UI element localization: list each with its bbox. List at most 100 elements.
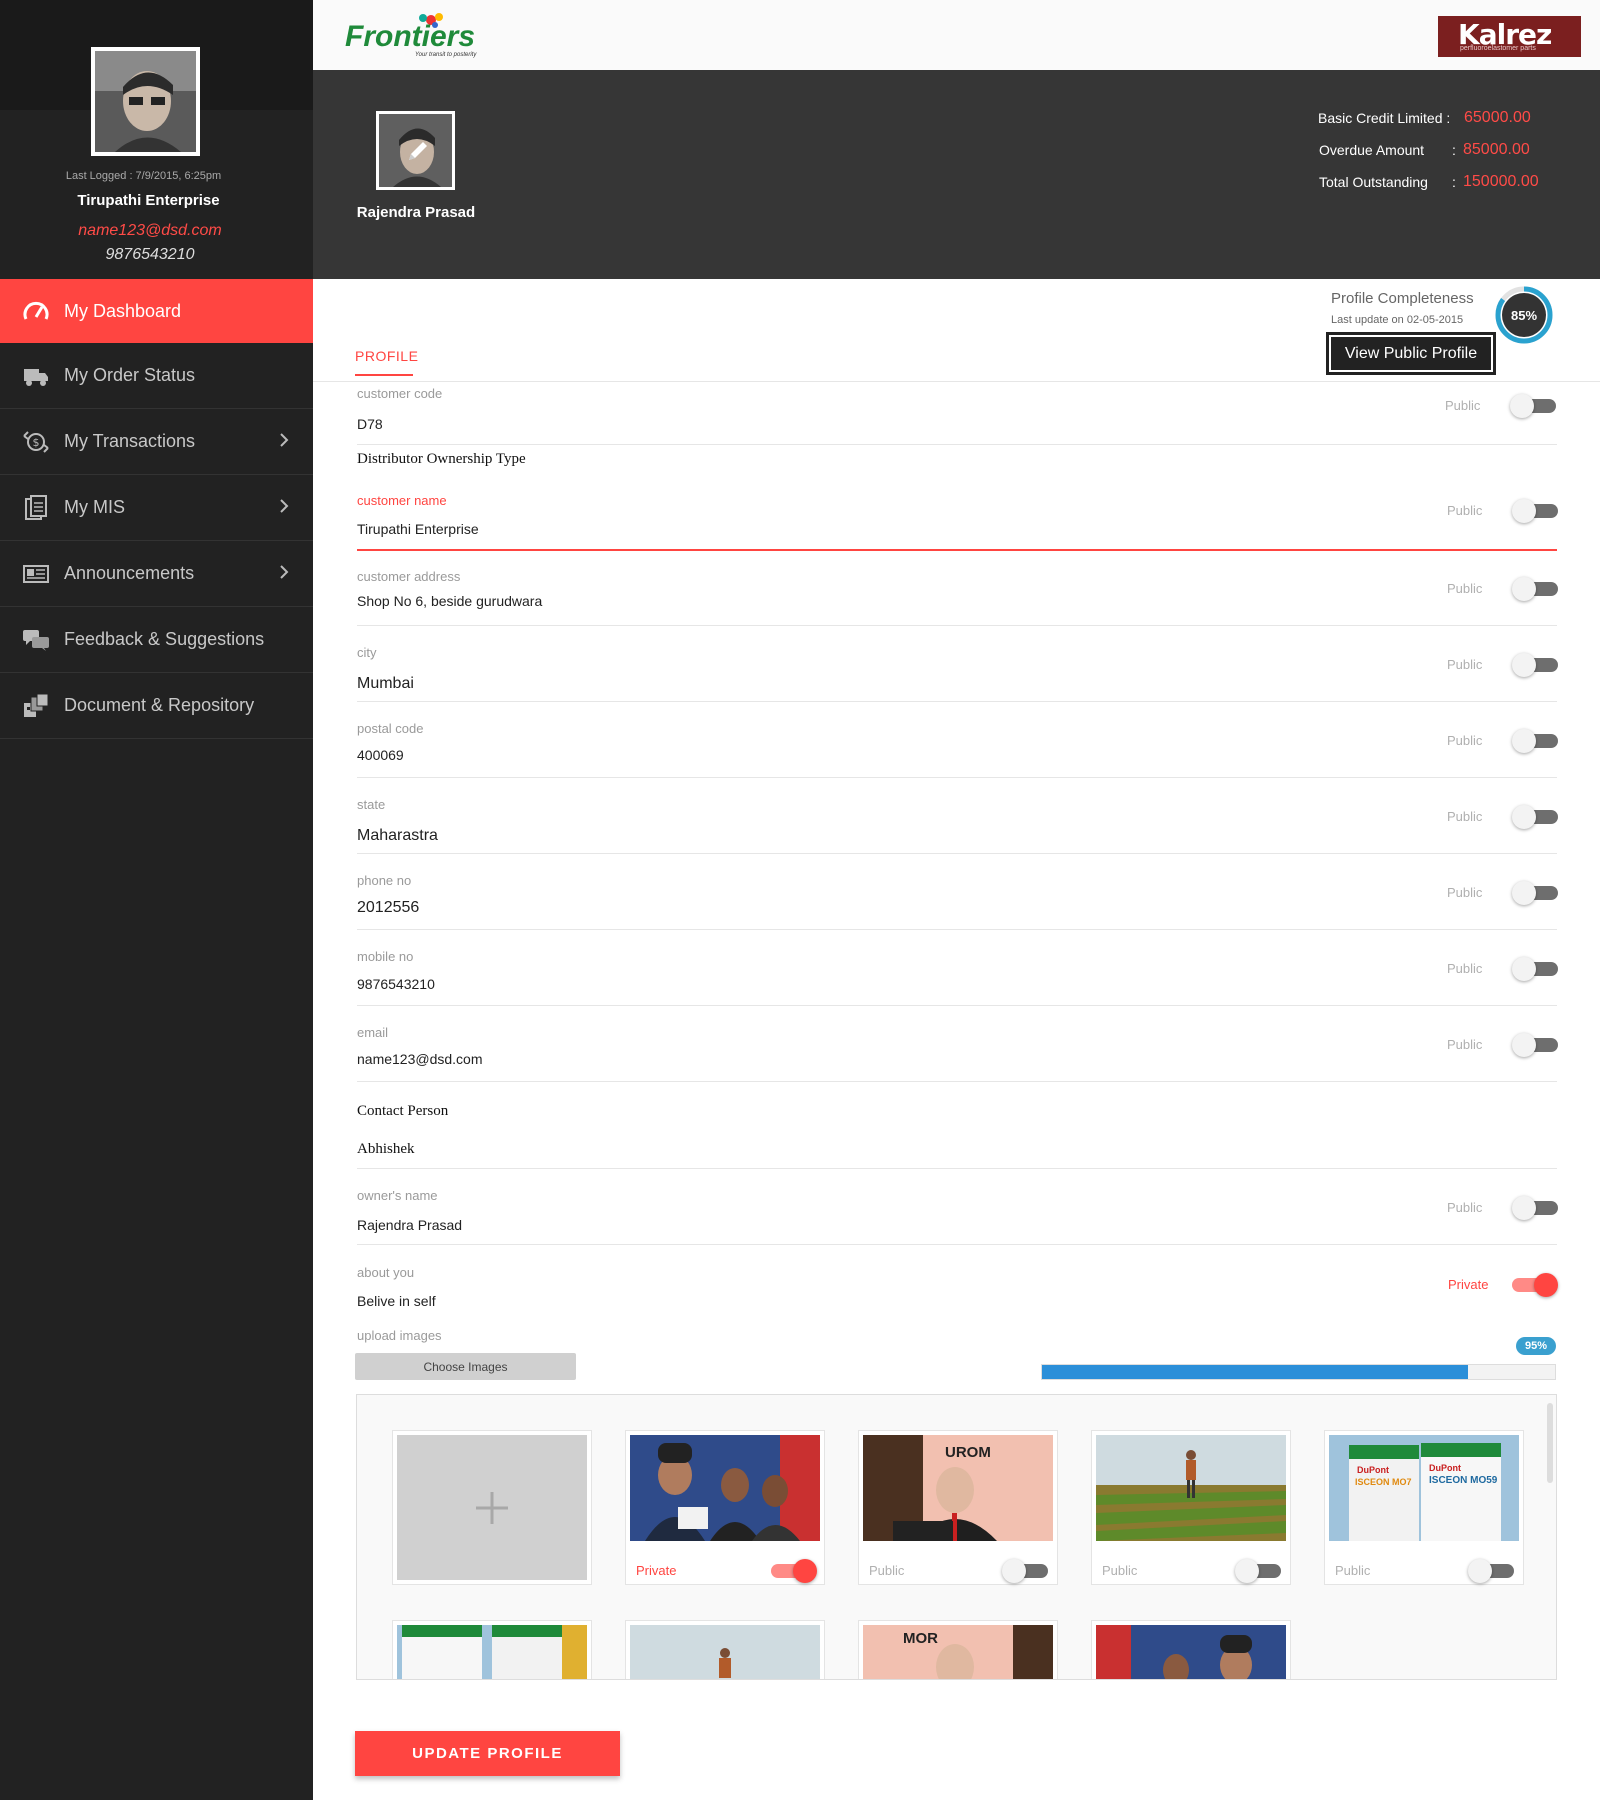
kalrez-logo[interactable]: Kalrez perfluoroelastomer parts: [1438, 16, 1581, 57]
credit-limit-value: 65000.00: [1464, 109, 1531, 126]
field-divider: [357, 777, 1557, 778]
update-profile-button[interactable]: UPDATE PROFILE: [355, 1731, 620, 1776]
profile-completeness-title: Profile Completeness: [1331, 290, 1474, 307]
customer-address-input[interactable]: Shop No 6, beside gurudwara: [357, 593, 542, 609]
user-phone: 9876543210: [105, 246, 195, 263]
email-visibility-toggle[interactable]: [1512, 1033, 1558, 1057]
mobile-no-visibility-toggle[interactable]: [1512, 957, 1558, 981]
customer-code-label: customer code: [357, 386, 443, 401]
state-label: state: [357, 797, 386, 812]
customer-code-visibility-label: Public: [1445, 398, 1481, 413]
view-public-profile-button[interactable]: View Public Profile: [1326, 332, 1496, 375]
email-label: email: [357, 1025, 389, 1040]
farmer-field-photo[interactable]: [1096, 1435, 1286, 1541]
image-visibility-toggle[interactable]: [771, 1559, 817, 1583]
customer-name-input[interactable]: Tirupathi Enterprise: [357, 521, 479, 537]
chevron-right-icon: [279, 564, 289, 585]
brand-tagline: Your transit to posterity: [415, 52, 477, 58]
city-visibility-toggle[interactable]: [1512, 653, 1558, 677]
owner-name-visibility-label: Public: [1447, 1200, 1483, 1215]
svg-text:DuPont: DuPont: [1357, 1465, 1389, 1475]
gallery-image-card[interactable]: Private: [625, 1430, 825, 1585]
field-divider: [357, 1168, 1557, 1169]
image-gallery[interactable]: Private UROM Public Public DuPont DuPont I…: [356, 1394, 1557, 1680]
email-input[interactable]: name123@dsd.com: [357, 1051, 483, 1067]
customer-code-input[interactable]: D78: [357, 416, 383, 432]
conference-award-photo-2[interactable]: [1096, 1625, 1286, 1679]
sidebar-item-label: Announcements: [64, 563, 195, 583]
sidebar-item-order-status[interactable]: My Order Status: [0, 343, 313, 409]
state-visibility-label: Public: [1447, 809, 1483, 824]
svg-text:ISCEON MO59: ISCEON MO59: [1429, 1475, 1498, 1486]
gallery-image-card[interactable]: UROM Public: [858, 1430, 1058, 1585]
image-visibility-toggle[interactable]: [1002, 1559, 1048, 1583]
field-divider: [357, 1005, 1557, 1006]
gallery-image-card[interactable]: DuPont DuPont ISCEON MO59 ISCEON MO7 Public: [1324, 1430, 1524, 1585]
overdue-amount-label: Overdue Amount: [1319, 142, 1425, 158]
sidebar-item-feedback[interactable]: Feedback & Suggestions: [0, 607, 313, 673]
sidebar: Last Logged : 7/9/2015, 6:25pm Tirupathi…: [0, 0, 313, 1800]
choose-images-button[interactable]: Choose Images: [355, 1353, 576, 1380]
gallery-image-card[interactable]: [625, 1620, 825, 1679]
field-divider: [357, 1244, 1557, 1245]
gallery-image-card[interactable]: [392, 1620, 592, 1679]
chevron-right-icon: [279, 498, 289, 519]
image-visibility-toggle[interactable]: [1235, 1559, 1281, 1583]
image-visibility-toggle[interactable]: [1468, 1559, 1514, 1583]
owner-name-visibility-toggle[interactable]: [1512, 1196, 1558, 1220]
about-you-input[interactable]: Belive in self: [357, 1293, 436, 1309]
euromap-speaker-photo[interactable]: UROM: [863, 1435, 1053, 1541]
contact-person-input[interactable]: Abhishek: [357, 1141, 415, 1158]
city-input[interactable]: Mumbai: [357, 675, 414, 693]
speedometer-icon: [22, 297, 50, 325]
last-logged-text: Last Logged : 7/9/2015, 6:25pm: [65, 170, 222, 182]
dupont-product-photo-mirrored[interactable]: [397, 1625, 587, 1679]
gallery-image-card[interactable]: Public: [1091, 1430, 1291, 1585]
postal-code-visibility-label: Public: [1447, 733, 1483, 748]
brand-name: Frontiers: [345, 20, 475, 53]
user-avatar[interactable]: [91, 47, 200, 156]
field-divider-active: [357, 549, 1557, 551]
svg-text:$: $: [33, 436, 40, 449]
sidebar-item-label: My Order Status: [64, 365, 196, 385]
sidebar-item-dashboard[interactable]: My Dashboard: [0, 279, 313, 343]
tab-profile[interactable]: PROFILE: [355, 348, 418, 376]
customer-address-visibility-toggle[interactable]: [1512, 577, 1558, 601]
edit-pencil-icon[interactable]: [405, 138, 431, 169]
mobile-no-input[interactable]: 9876543210: [357, 976, 435, 992]
owner-name-input[interactable]: Rajendra Prasad: [357, 1217, 462, 1233]
frontiers-logo[interactable]: Frontiers Your transit to posterity: [343, 8, 493, 58]
sidebar-item-mis[interactable]: My MIS: [0, 475, 313, 541]
add-image-card[interactable]: [392, 1430, 592, 1585]
sidebar-item-label: My Transactions: [64, 431, 196, 451]
customer-code-visibility-toggle[interactable]: [1510, 394, 1556, 418]
customer-name-visibility-toggle[interactable]: [1512, 499, 1558, 523]
credit-limit-label: Basic Credit Limited :: [1318, 110, 1451, 126]
dupont-product-photo[interactable]: DuPont DuPont ISCEON MO59 ISCEON MO7: [1329, 1435, 1519, 1541]
about-you-visibility-label: Private: [1448, 1277, 1489, 1292]
postal-code-input[interactable]: 400069: [357, 747, 404, 763]
conference-award-photo[interactable]: [630, 1435, 820, 1541]
about-you-visibility-toggle[interactable]: [1512, 1273, 1558, 1297]
field-divider: [357, 625, 1557, 626]
gallery-image-card[interactable]: [1091, 1620, 1291, 1679]
field-divider: [357, 853, 1557, 854]
state-visibility-toggle[interactable]: [1512, 805, 1558, 829]
sidebar-item-announcements[interactable]: Announcements: [0, 541, 313, 607]
sidebar-item-repository[interactable]: Document & Repository: [0, 673, 313, 739]
sidebar-item-transactions[interactable]: $ My Transactions: [0, 409, 313, 475]
partner-sub: perfluoroelastomer parts: [1460, 45, 1536, 52]
top-bar: Frontiers Your transit to posterity Kalr…: [313, 0, 1600, 70]
phone-no-visibility-toggle[interactable]: [1512, 881, 1558, 905]
phone-no-input[interactable]: 2012556: [357, 899, 419, 917]
state-input[interactable]: Maharastra: [357, 827, 438, 845]
customer-name-visibility-label: Public: [1447, 503, 1483, 518]
svg-text:ISCEON MO7: ISCEON MO7: [1355, 1477, 1412, 1487]
gallery-scrollbar[interactable]: [1547, 1403, 1553, 1483]
farmer-field-photo-2[interactable]: [630, 1625, 820, 1679]
gallery-image-card[interactable]: MOR: [858, 1620, 1058, 1679]
postal-code-visibility-toggle[interactable]: [1512, 729, 1558, 753]
contact-person-label: Contact Person: [357, 1103, 449, 1119]
sidebar-item-label: My Dashboard: [64, 300, 182, 321]
euromap-speaker-photo-2[interactable]: MOR: [863, 1625, 1053, 1679]
